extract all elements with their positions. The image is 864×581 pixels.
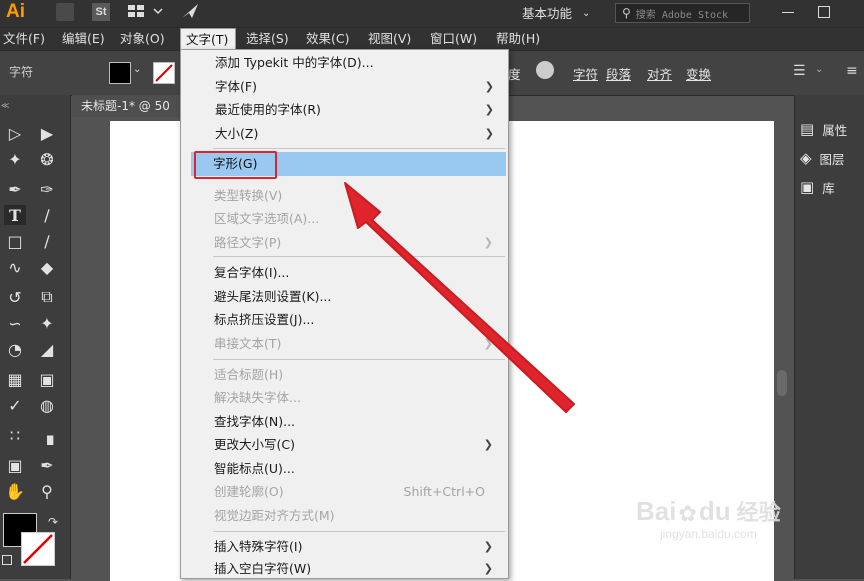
watermark-brand-du: du [698, 496, 731, 526]
watermark-brand: Bai [636, 496, 677, 526]
watermark-url: jingyan.baidu.com [660, 527, 757, 541]
watermark-cn: 经验 [736, 501, 781, 526]
annotation-arrow [344, 182, 575, 413]
baidu-watermark: Bai ✿ du 经验 jingyan.baidu.com [636, 495, 781, 541]
paw-icon: ✿ [678, 502, 697, 527]
